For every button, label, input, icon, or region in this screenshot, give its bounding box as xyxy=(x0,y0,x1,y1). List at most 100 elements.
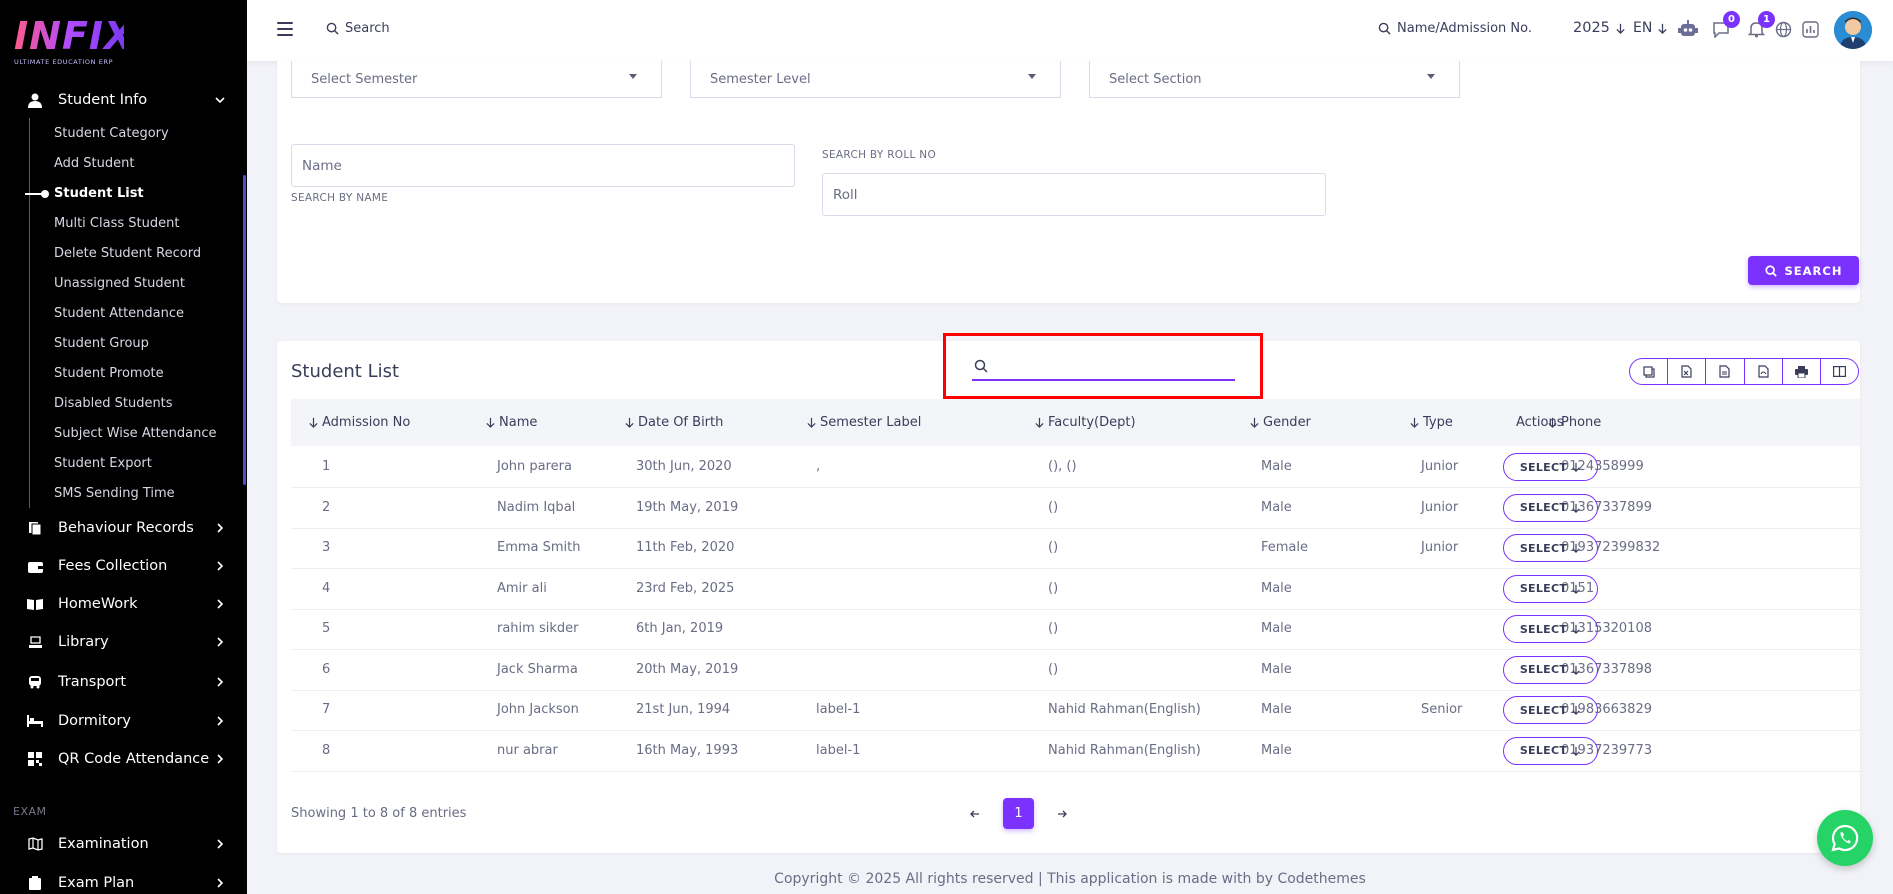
app-logo[interactable]: INFIX ULTIMATE EDUCATION ERP xyxy=(14,16,133,68)
sidebar-item-homework[interactable]: HomeWork xyxy=(0,589,247,619)
sidebar-item-dormitory[interactable]: Dormitory xyxy=(0,706,247,736)
cell-admission: 5 xyxy=(322,621,331,636)
col-date-of-birth[interactable]: Date Of Birth xyxy=(624,415,723,430)
chat-badge: 0 xyxy=(1723,11,1740,28)
cell-admission: 8 xyxy=(322,742,331,758)
col-faculty[interactable]: Faculty(Dept) xyxy=(1034,415,1136,430)
row-select-button[interactable]: SELECT xyxy=(1503,574,1598,603)
table-search-input[interactable] xyxy=(972,379,1235,381)
excel-button[interactable] xyxy=(1668,359,1707,384)
arrow-down-icon xyxy=(1572,543,1580,553)
next-page-button[interactable] xyxy=(1048,800,1076,828)
submenu-student-group[interactable]: Student Group xyxy=(54,336,149,351)
prev-page-button[interactable] xyxy=(961,800,989,828)
submenu-student-category[interactable]: Student Category xyxy=(54,126,169,141)
col-label: Semester Label xyxy=(820,415,922,430)
name-input[interactable]: Name xyxy=(291,144,795,187)
search-icon xyxy=(1764,264,1777,277)
bell-icon[interactable]: 1 xyxy=(1745,11,1775,40)
submenu-add-student[interactable]: Add Student xyxy=(54,156,134,171)
row-select-button[interactable]: SELECT xyxy=(1503,534,1598,562)
col-gender[interactable]: Gender xyxy=(1249,415,1311,430)
col-admission-no[interactable]: Admission No xyxy=(308,415,410,430)
col-label: Admission No xyxy=(322,415,411,430)
submenu-multi-class-student[interactable]: Multi Class Student xyxy=(54,216,179,231)
submenu-unassigned-student[interactable]: Unassigned Student xyxy=(54,276,185,291)
csv-button[interactable] xyxy=(1706,359,1745,384)
submenu-student-export[interactable]: Student Export xyxy=(54,456,152,471)
sidebar-item-label: Behaviour Records xyxy=(58,520,194,536)
robot-icon[interactable] xyxy=(1677,18,1699,40)
user-avatar[interactable] xyxy=(1834,11,1872,49)
sidebar: INFIX ULTIMATE EDUCATION ERP Student Inf… xyxy=(0,0,247,894)
col-name[interactable]: Name xyxy=(485,415,537,430)
submenu-student-attendance[interactable]: Student Attendance xyxy=(54,306,184,321)
row-select-button[interactable]: SELECT xyxy=(1503,453,1598,481)
analytics-icon[interactable] xyxy=(1799,18,1821,40)
search-button[interactable]: SEARCH xyxy=(1748,256,1859,285)
sidebar-item-behaviour-records[interactable]: Behaviour Records xyxy=(0,513,247,543)
sidebar-scrollbar[interactable] xyxy=(243,175,246,485)
cell-faculty: () xyxy=(1048,499,1059,515)
semester-select[interactable]: Select Semester xyxy=(291,61,662,98)
col-label: Gender xyxy=(1263,415,1311,430)
cell-name: nur abrar xyxy=(497,742,558,758)
language-selector[interactable]: EN xyxy=(1633,20,1668,36)
roll-input[interactable]: Roll xyxy=(822,173,1326,216)
submenu-sms-sending-time[interactable]: SMS Sending Time xyxy=(54,486,175,501)
student-list-title: Student List xyxy=(291,361,400,382)
section-select[interactable]: Select Section xyxy=(1089,61,1460,98)
chevron-right-icon xyxy=(1058,810,1067,817)
cell-gender: Female xyxy=(1261,540,1309,555)
sidebar-item-transport[interactable]: Transport xyxy=(0,667,247,697)
global-search[interactable]: Search xyxy=(326,21,390,36)
row-select-button[interactable]: SELECT xyxy=(1503,493,1598,522)
cell-dob: 6th Jan, 2019 xyxy=(636,621,724,636)
submenu-student-promote[interactable]: Student Promote xyxy=(54,366,164,381)
cell-faculty: Nahid Rahman(English) xyxy=(1048,742,1201,758)
row-select-button[interactable]: SELECT xyxy=(1503,736,1598,765)
column-visibility-button[interactable] xyxy=(1821,359,1858,384)
whatsapp-button[interactable] xyxy=(1817,810,1873,866)
year-selector[interactable]: 2025 xyxy=(1573,20,1626,36)
sort-arrow-icon xyxy=(807,417,816,428)
submenu-delete-student-record[interactable]: Delete Student Record xyxy=(54,246,201,261)
row-select-button[interactable]: SELECT xyxy=(1503,696,1598,724)
row-select-button[interactable]: SELECT xyxy=(1503,655,1598,684)
admission-search[interactable]: Name/Admission No. xyxy=(1378,21,1532,36)
print-button[interactable] xyxy=(1783,359,1821,384)
document-icon xyxy=(26,519,44,537)
sidebar-item-student-info[interactable]: Student Info xyxy=(0,85,247,115)
sidebar-item-library[interactable]: Library xyxy=(0,627,247,657)
active-indicator xyxy=(25,190,49,198)
globe-icon[interactable] xyxy=(1772,18,1794,40)
arrow-down-icon xyxy=(1572,746,1580,756)
chat-icon[interactable]: 0 xyxy=(1710,11,1740,40)
sidebar-item-examination[interactable]: Examination xyxy=(0,829,247,859)
col-semester-label[interactable]: Semester Label xyxy=(806,415,921,430)
arrow-down-icon xyxy=(1572,705,1580,715)
submenu-subject-wise-attendance[interactable]: Subject Wise Attendance xyxy=(54,426,217,441)
caret-down-icon xyxy=(1028,74,1036,79)
semester-level-select[interactable]: Semester Level xyxy=(690,61,1061,98)
sidebar-item-exam-plan[interactable]: Exam Plan xyxy=(0,868,247,894)
cell-faculty: () xyxy=(1048,580,1059,596)
page-1-button[interactable]: 1 xyxy=(1003,798,1034,829)
sort-arrow-icon xyxy=(1250,417,1259,428)
submenu-disabled-students[interactable]: Disabled Students xyxy=(54,396,173,411)
submenu-student-list[interactable]: Student List xyxy=(54,186,144,201)
sidebar-item-fees-collection[interactable]: Fees Collection xyxy=(0,551,247,581)
copy-button[interactable] xyxy=(1630,359,1669,384)
arrow-down-icon xyxy=(1616,23,1625,34)
chevron-right-icon xyxy=(217,878,224,888)
sidebar-item-qr-code-attendance[interactable]: QR Code Attendance xyxy=(0,744,247,774)
table-row: 1 John parera 30th Jun, 2020, (), () Male Jun… xyxy=(291,447,1860,488)
sort-arrow-icon xyxy=(1035,417,1044,428)
logo-subtitle: ULTIMATE EDUCATION ERP xyxy=(14,58,114,66)
row-select-button[interactable]: SELECT xyxy=(1503,615,1598,643)
col-type[interactable]: Type xyxy=(1409,415,1453,430)
pdf-button[interactable] xyxy=(1745,359,1783,384)
cell-semester: label-1 xyxy=(816,702,861,717)
pdf-icon xyxy=(1757,365,1769,378)
hamburger-menu-icon[interactable] xyxy=(277,22,293,38)
